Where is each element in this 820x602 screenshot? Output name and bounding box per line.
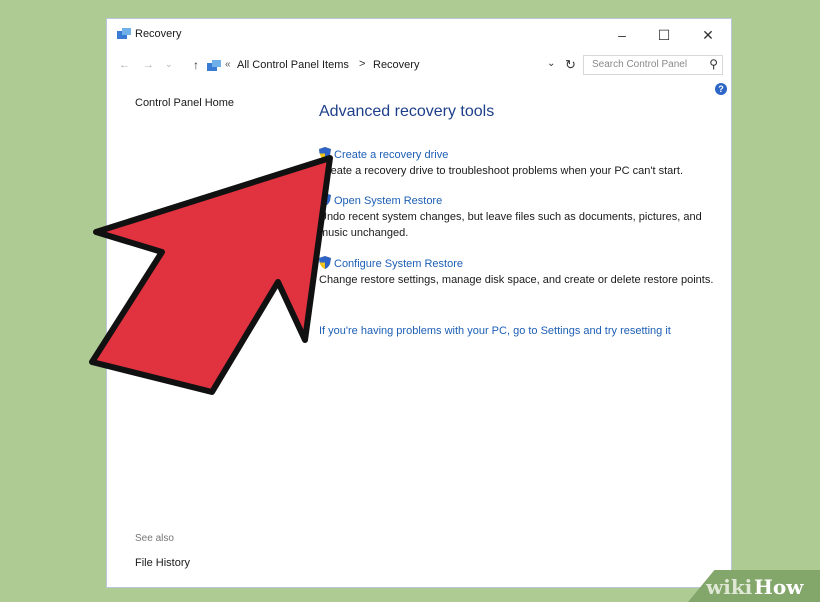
up-button[interactable]: ↑ [193, 58, 199, 72]
help-icon[interactable]: ? [715, 83, 727, 95]
create-recovery-drive-label: Create a recovery drive [334, 149, 449, 161]
control-panel-icon [117, 28, 131, 39]
control-panel-home-link[interactable]: Control Panel Home [135, 97, 234, 109]
wikihow-watermark: wiki How [688, 570, 820, 602]
configure-system-restore-description: Change restore settings, manage disk spa… [319, 274, 714, 286]
file-history-link[interactable]: File History [135, 557, 190, 569]
back-button[interactable]: ← [119, 59, 130, 71]
admin-shield-icon [319, 147, 331, 160]
open-system-restore-link[interactable]: Open System Restore [319, 193, 442, 207]
watermark-how: How [754, 575, 804, 599]
control-panel-icon [207, 60, 221, 71]
open-system-restore-description: Undo recent system changes, but leave fi… [319, 211, 702, 239]
breadcrumb-recovery[interactable]: Recovery [373, 59, 419, 71]
address-bar: ← → ⌄ ↑ « All Control Panel Items > Reco… [107, 51, 731, 81]
close-icon: ✕ [702, 27, 714, 43]
create-recovery-drive-description: Create a recovery drive to troubleshoot … [319, 165, 684, 177]
admin-shield-icon [319, 256, 331, 269]
breadcrumb-separator-icon[interactable]: > [359, 58, 365, 70]
address-dropdown-icon[interactable]: ⌄ [547, 58, 555, 69]
configure-system-restore-label: Configure System Restore [334, 258, 463, 270]
search-input[interactable]: Search Control Panel ⚲ [583, 55, 723, 75]
refresh-icon[interactable]: ↻ [565, 57, 576, 73]
create-recovery-drive-link[interactable]: Create a recovery drive [319, 147, 448, 161]
close-button[interactable]: ✕ [697, 25, 719, 45]
see-also-label: See also [135, 533, 174, 544]
maximize-icon: ☐ [657, 27, 671, 43]
reset-pc-settings-link[interactable]: If you're having problems with your PC, … [319, 325, 671, 337]
minimize-button[interactable]: – [611, 25, 633, 45]
open-system-restore-label: Open System Restore [334, 195, 443, 207]
watermark-wiki: wiki [706, 575, 753, 599]
recent-locations-chevron-icon[interactable]: ⌄ [165, 59, 173, 70]
title-bar: Recovery – ☐ ✕ [107, 19, 731, 51]
configure-system-restore-link[interactable]: Configure System Restore [319, 256, 463, 270]
search-placeholder: Search Control Panel [592, 59, 688, 70]
forward-button[interactable]: → [143, 59, 154, 71]
admin-shield-icon [319, 193, 331, 206]
minimize-icon: – [618, 27, 626, 43]
breadcrumb-overflow-icon[interactable]: « [225, 59, 231, 70]
maximize-button[interactable]: ☐ [653, 25, 675, 45]
search-icon[interactable]: ⚲ [709, 57, 718, 71]
breadcrumb-all-control-panel-items[interactable]: All Control Panel Items [237, 59, 349, 71]
window-title: Recovery [135, 28, 182, 40]
recovery-window: Recovery – ☐ ✕ ← → ⌄ ↑ « All Control Pan… [106, 18, 732, 588]
page-heading: Advanced recovery tools [319, 103, 495, 120]
